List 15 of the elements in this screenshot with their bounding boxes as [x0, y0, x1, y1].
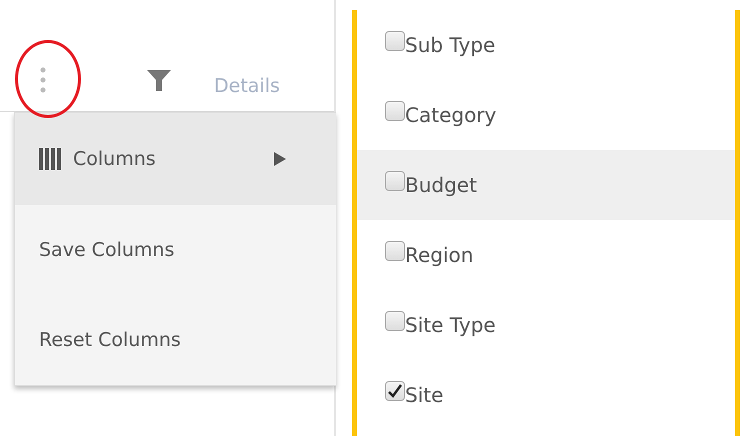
menu-item[interactable]: Reset Columns — [15, 295, 336, 385]
checkmark-icon — [388, 384, 402, 398]
checkbox[interactable] — [385, 101, 405, 121]
checkbox[interactable] — [385, 171, 405, 191]
columns-icon — [39, 148, 61, 170]
checkbox[interactable] — [385, 311, 405, 331]
filter-icon — [146, 67, 172, 93]
checkbox[interactable] — [385, 241, 405, 261]
menu-item[interactable]: Columns — [15, 113, 336, 205]
checkbox[interactable] — [385, 31, 405, 51]
kebab-icon — [40, 67, 46, 93]
checkbox[interactable] — [385, 381, 405, 401]
menu-item[interactable]: Save Columns — [15, 205, 336, 295]
column-option[interactable]: Budget — [357, 150, 735, 220]
caret-icon — [274, 152, 286, 166]
